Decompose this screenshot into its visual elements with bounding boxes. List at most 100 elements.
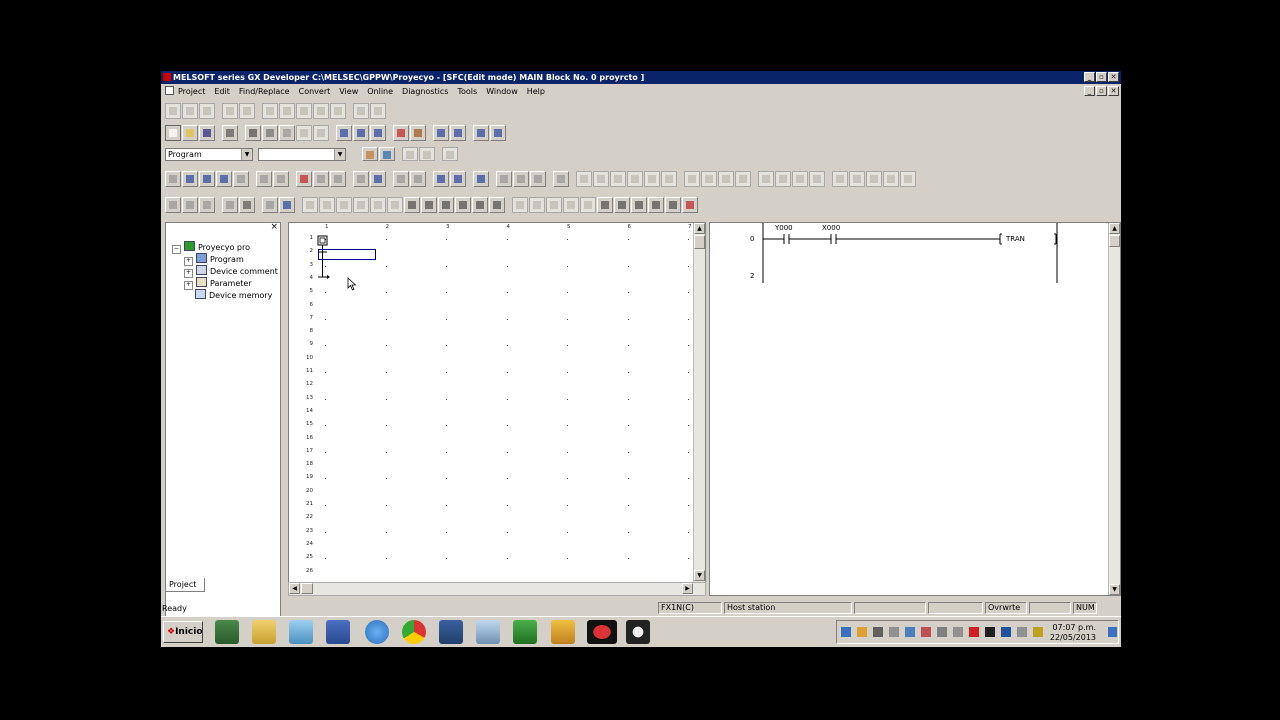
- tool-icon[interactable]: [199, 171, 215, 187]
- replace-device-icon[interactable]: [410, 125, 426, 141]
- menu-tools[interactable]: Tools: [457, 87, 477, 96]
- sfc-delete-icon[interactable]: [682, 197, 698, 213]
- replace-icon[interactable]: [393, 125, 409, 141]
- tool-icon[interactable]: [199, 197, 215, 213]
- sfc-af7-icon[interactable]: [614, 197, 630, 213]
- doc-close-button[interactable]: ✕: [1108, 86, 1119, 96]
- document-icon[interactable]: [165, 86, 174, 95]
- tray-icon[interactable]: [841, 627, 851, 637]
- tool-icon[interactable]: [900, 171, 916, 187]
- start-button[interactable]: ❖Inicio: [163, 621, 203, 643]
- zoom-out-icon[interactable]: [450, 125, 466, 141]
- tool-icon[interactable]: [792, 171, 808, 187]
- sfc-f9-icon[interactable]: [472, 197, 488, 213]
- scroll-thumb[interactable]: [301, 583, 313, 594]
- excel-icon[interactable]: [513, 620, 537, 644]
- redo-icon[interactable]: [313, 125, 329, 141]
- tool-icon[interactable]: [330, 103, 346, 119]
- sfc-f8-icon[interactable]: [455, 197, 471, 213]
- sfc-tool-icon[interactable]: [319, 197, 335, 213]
- tray-icon[interactable]: [1001, 627, 1011, 637]
- print-icon[interactable]: [222, 125, 238, 141]
- tool-icon[interactable]: [313, 171, 329, 187]
- monitor-start-icon[interactable]: [490, 125, 506, 141]
- tool-icon[interactable]: [809, 171, 825, 187]
- tool-icon[interactable]: [262, 197, 278, 213]
- find-device-icon[interactable]: [353, 125, 369, 141]
- undo-icon[interactable]: [296, 125, 312, 141]
- menu-help[interactable]: Help: [527, 87, 545, 96]
- tool-icon[interactable]: [661, 171, 677, 187]
- tray-icon[interactable]: [873, 627, 883, 637]
- tool-icon[interactable]: [832, 171, 848, 187]
- tree-item-device-memory[interactable]: Device memory: [172, 289, 278, 301]
- clock[interactable]: 07:07 p.m. 22/05/2013: [1050, 623, 1096, 643]
- selected-cell[interactable]: [318, 249, 376, 260]
- tool-icon[interactable]: [433, 171, 449, 187]
- program-select[interactable]: Program ▼: [165, 147, 253, 161]
- tool-icon[interactable]: [530, 171, 546, 187]
- tray-icon[interactable]: [985, 627, 995, 637]
- tool-icon[interactable]: [216, 171, 232, 187]
- tool-icon[interactable]: [866, 171, 882, 187]
- sfc-af9-icon[interactable]: [648, 197, 664, 213]
- find-instruction-icon[interactable]: [370, 125, 386, 141]
- tool-icon[interactable]: [450, 171, 466, 187]
- sfc-tool-icon[interactable]: [580, 197, 596, 213]
- tool-icon[interactable]: [644, 171, 660, 187]
- sfc-step-icon[interactable]: [302, 197, 318, 213]
- tool-icon[interactable]: [849, 171, 865, 187]
- tool-icon[interactable]: [684, 171, 700, 187]
- sfc-sf9-icon[interactable]: [489, 197, 505, 213]
- tree-item-program[interactable]: + Program: [172, 253, 278, 266]
- tool-icon[interactable]: [279, 103, 295, 119]
- ladder-view-icon[interactable]: [379, 147, 395, 161]
- tree-item-parameter[interactable]: + Parameter: [172, 277, 278, 290]
- paste-icon[interactable]: [279, 125, 295, 141]
- tool-icon[interactable]: [775, 171, 791, 187]
- sfc-af0-icon[interactable]: [665, 197, 681, 213]
- menu-diagnostics[interactable]: Diagnostics: [402, 87, 448, 96]
- tool-icon[interactable]: [256, 171, 272, 187]
- tool-icon[interactable]: [233, 171, 249, 187]
- menu-edit[interactable]: Edit: [214, 87, 230, 96]
- tool-icon[interactable]: [182, 197, 198, 213]
- tray-icon[interactable]: [953, 627, 963, 637]
- copy-icon[interactable]: [262, 125, 278, 141]
- taskbar-app-icon[interactable]: [551, 620, 575, 644]
- sfc-f6-icon[interactable]: [421, 197, 437, 213]
- tool-icon[interactable]: [419, 147, 435, 161]
- festo-fluidsim-icon[interactable]: [439, 620, 463, 644]
- tool-icon[interactable]: [473, 171, 489, 187]
- menu-find-replace[interactable]: Find/Replace: [239, 87, 290, 96]
- tree-item-device-comment[interactable]: + Device comment: [172, 265, 278, 278]
- tool-icon[interactable]: [883, 171, 899, 187]
- tray-icon[interactable]: [937, 627, 947, 637]
- sfc-editor[interactable]: 1234567 1 2 3 4 5 6 7 8 9 10 11 12 13 14 15 16 17 18 19 20 2…: [288, 222, 706, 596]
- cut-icon[interactable]: [245, 125, 261, 141]
- internet-explorer-icon[interactable]: [365, 620, 389, 644]
- tray-icon[interactable]: [921, 627, 931, 637]
- tool-icon[interactable]: [370, 103, 386, 119]
- tool-icon[interactable]: [353, 103, 369, 119]
- restore-button[interactable]: ▫: [1096, 72, 1107, 82]
- chevron-down-icon[interactable]: ▼: [334, 148, 345, 160]
- chrome-icon[interactable]: [402, 620, 426, 644]
- new-file-icon[interactable]: [165, 125, 181, 141]
- scroll-right-button[interactable]: ▶: [682, 583, 693, 594]
- tray-icon[interactable]: [857, 627, 867, 637]
- secondary-select[interactable]: ▼: [258, 147, 346, 161]
- scroll-up-button[interactable]: ▲: [694, 223, 705, 234]
- chevron-down-icon[interactable]: ▼: [241, 148, 252, 160]
- sfc-tool-icon[interactable]: [370, 197, 386, 213]
- tool-icon[interactable]: [758, 171, 774, 187]
- tool-icon[interactable]: [627, 171, 643, 187]
- taskbar-app-icon[interactable]: [215, 620, 239, 644]
- tool-icon[interactable]: [279, 197, 295, 213]
- ladder-editor[interactable]: Y000 X000 TRAN 0 2 ▲ ▼: [709, 222, 1121, 596]
- word-icon[interactable]: [326, 620, 350, 644]
- tool-icon[interactable]: [553, 171, 569, 187]
- zoom-in-icon[interactable]: [433, 125, 449, 141]
- menu-project[interactable]: Project: [178, 87, 205, 96]
- sfc-tool-icon[interactable]: [387, 197, 403, 213]
